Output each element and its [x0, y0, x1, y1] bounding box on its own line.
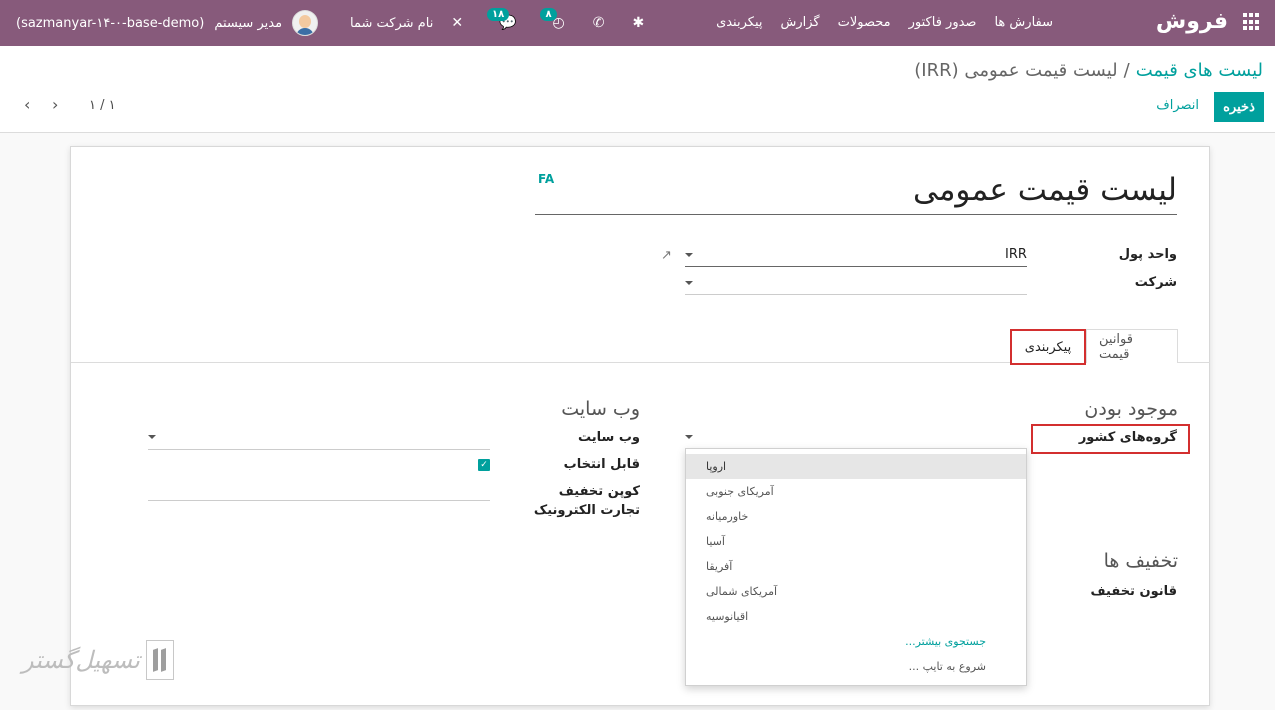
breadcrumb-separator: /	[1123, 60, 1130, 81]
website-label: وب سایت	[578, 430, 640, 445]
availability-title: موجود بودن	[1084, 398, 1178, 420]
dropdown-item[interactable]: خاورمیانه	[686, 504, 1026, 529]
systray: (sazmanyar-۱۴-۰-base-demo) مدیر سیستم نا…	[16, 0, 644, 46]
country-groups-dropdown-icon[interactable]	[685, 435, 693, 439]
website-field-line	[148, 449, 490, 450]
phone-icon[interactable]: ✆	[593, 15, 605, 31]
external-link-icon[interactable]: ↗	[661, 248, 672, 263]
currency-dropdown-icon[interactable]	[685, 253, 693, 257]
user-name[interactable]: مدیر سیستم	[214, 16, 282, 31]
menu-reporting[interactable]: گزارش	[781, 15, 820, 30]
selectable-label: قابل انتخاب	[563, 457, 640, 472]
apps-menu-icon[interactable]	[1243, 13, 1261, 31]
company-name[interactable]: نام شرکت شما	[350, 16, 433, 31]
menu-invoicing[interactable]: صدور فاکتور	[909, 15, 977, 30]
country-groups-label: گروه‌های کشور	[1078, 430, 1177, 445]
company-dropdown-icon[interactable]	[685, 281, 693, 285]
dropdown-item[interactable]: آفریقا	[686, 554, 1026, 579]
ecommerce-coupon-field-line	[148, 500, 490, 501]
discounts-title: تخفیف ها	[1103, 550, 1178, 572]
country-groups-dropdown: اروپا آمریکای جنوبی خاورمیانه آسیا آفریق…	[685, 448, 1027, 686]
pager-value[interactable]: ۱ / ۱	[89, 98, 116, 113]
ecommerce-coupon-label: کوپن تخفیف تجارت الکترونیک	[533, 484, 640, 518]
website-title: وب سایت	[561, 398, 640, 420]
menu-orders[interactable]: سفارش ها	[994, 15, 1053, 30]
breadcrumb: لیست های قیمت /لیست قیمت عمومی (IRR)	[914, 60, 1263, 81]
start-typing-hint: شروع به تایپ ...	[908, 660, 986, 673]
discard-button[interactable]: انصراف	[1156, 98, 1199, 113]
user-avatar[interactable]	[292, 10, 319, 36]
breadcrumb-pricelists[interactable]: لیست های قیمت	[1136, 60, 1263, 81]
message-count-badge: ۱۸	[487, 8, 510, 21]
clock-icon[interactable]: ◴ ۸	[540, 8, 565, 31]
chat-icon[interactable]: 💬 ۱۸	[487, 8, 516, 31]
pager-next-icon[interactable]: ›	[52, 95, 58, 114]
currency-field-line	[685, 266, 1027, 267]
watermark: تسهیل‌گستر	[22, 640, 174, 680]
currency-label: واحد پول	[1118, 247, 1177, 262]
database-name: (sazmanyar-۱۴-۰-base-demo)	[16, 15, 205, 31]
dropdown-item[interactable]: آمریکای جنوبی	[686, 479, 1026, 504]
breadcrumb-current: لیست قیمت عمومی (IRR)	[914, 60, 1118, 81]
company-field-line	[685, 294, 1027, 295]
pricelist-name-input[interactable]: لیست قیمت عمومی	[535, 172, 1177, 215]
tab-configuration[interactable]: پیکربندی	[1010, 329, 1086, 365]
selectable-checkbox[interactable]: ✓	[478, 459, 490, 471]
company-label: شرکت	[1134, 275, 1177, 290]
search-more-link[interactable]: جستجوی بیشتر...	[686, 629, 1026, 654]
dropdown-item[interactable]: آسیا	[686, 529, 1026, 554]
website-dropdown-icon[interactable]	[148, 435, 156, 439]
bug-icon[interactable]: ✱	[632, 15, 644, 31]
currency-value[interactable]: IRR	[1005, 247, 1027, 262]
dropdown-item[interactable]: اروپا	[686, 454, 1026, 479]
top-navbar: فروش سفارش ها صدور فاکتور محصولات گزارش …	[0, 0, 1275, 46]
menu-products[interactable]: محصولات	[838, 15, 891, 30]
main-menu: سفارش ها صدور فاکتور محصولات گزارش پیکرب…	[716, 15, 1053, 30]
discount-policy-label: قانون تخفیف	[1090, 584, 1177, 599]
tab-price-rules[interactable]: قوانین قیمت	[1086, 329, 1178, 363]
pager-previous-icon[interactable]: ‹	[24, 95, 30, 114]
app-brand[interactable]: فروش	[1156, 9, 1228, 34]
activity-count-badge: ۸	[540, 8, 557, 21]
watermark-text: تسهیل‌گستر	[22, 646, 140, 674]
tools-icon[interactable]: ✕	[451, 15, 463, 31]
save-button[interactable]: ذخیره	[1214, 92, 1264, 122]
watermark-logo-icon	[145, 640, 174, 680]
menu-configuration[interactable]: پیکربندی	[716, 15, 762, 30]
dropdown-item[interactable]: اقیانوسیه	[686, 604, 1026, 629]
dropdown-item[interactable]: آمریکای شمالی	[686, 579, 1026, 604]
